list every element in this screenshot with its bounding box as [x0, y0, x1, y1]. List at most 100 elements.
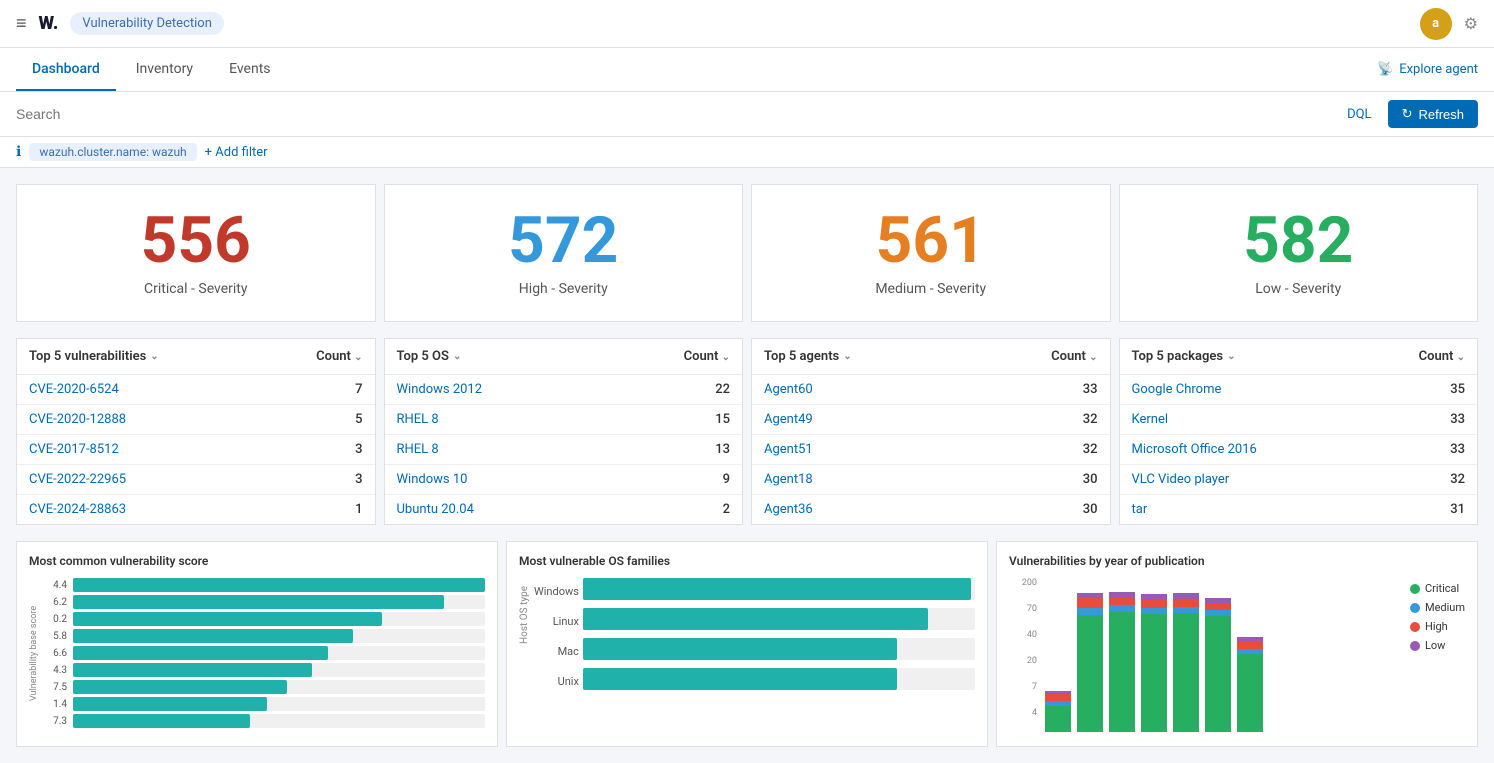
os-bar-track [583, 668, 975, 690]
row-label-2-2[interactable]: Agent51 [764, 442, 813, 457]
row-label-0-2[interactable]: CVE-2017-8512 [29, 442, 119, 457]
hamburger-menu[interactable]: ≡ [16, 13, 27, 34]
filter-tag[interactable]: wazuh.cluster.name: wazuh [29, 143, 196, 161]
bar-track-5 [73, 663, 485, 677]
row-count-1-4: 2 [723, 502, 730, 517]
tab-dashboard[interactable]: Dashboard [16, 49, 116, 91]
row-label-1-4[interactable]: Ubuntu 20.04 [397, 502, 474, 517]
explore-agent-icon: 📡 [1377, 62, 1393, 77]
col-sort-icon-2[interactable]: ⌄ [1089, 352, 1097, 363]
y-label: 7 [1009, 682, 1037, 692]
chart-legend: Critical Medium High Low [1410, 578, 1465, 734]
row-label-0-3[interactable]: CVE-2022-22965 [29, 472, 126, 487]
os-bar-fill-Unix [583, 668, 897, 690]
col-sort-icon-3[interactable]: ⌄ [1457, 352, 1465, 363]
bar-label-0: 4.4 [43, 580, 67, 591]
row-label-1-0[interactable]: Windows 2012 [397, 382, 483, 397]
critical-label: Critical - Severity [144, 281, 248, 297]
row-label-0-4[interactable]: CVE-2024-28863 [29, 502, 126, 517]
refresh-button[interactable]: ↻ Refresh [1388, 100, 1478, 128]
legend-label-Low: Low [1425, 639, 1445, 652]
high-seg-2 [1109, 597, 1135, 605]
row-count-2-2: 32 [1083, 442, 1098, 457]
row-label-3-2[interactable]: Microsoft Office 2016 [1132, 442, 1257, 457]
search-input[interactable] [16, 106, 1339, 122]
row-count-2-4: 30 [1083, 502, 1098, 517]
os-label-Linux: Linux [553, 610, 579, 632]
table-row: Ubuntu 20.04 2 [385, 495, 743, 524]
stat-cards: 556 Critical - Severity 572 High - Sever… [0, 168, 1494, 326]
os-bar-track [583, 638, 975, 660]
low-count: 582 [1243, 209, 1353, 273]
table-header-2: Top 5 agents ⌄ Count ⌄ [752, 339, 1110, 375]
explore-agent-button[interactable]: 📡 Explore agent [1377, 62, 1478, 77]
critical-seg-3 [1141, 614, 1167, 732]
vulnerability-score-chart: Most common vulnerability scoreVulnerabi… [16, 541, 498, 747]
row-label-3-1[interactable]: Kernel [1132, 412, 1169, 427]
row-count-1-0: 22 [715, 382, 730, 397]
table-row: CVE-2020-12888 5 [17, 405, 375, 435]
sort-icon-0[interactable]: ⌄ [150, 351, 158, 362]
stat-card-medium: 561 Medium - Severity [751, 184, 1111, 322]
legend-dot-Low [1410, 641, 1420, 651]
tab-events[interactable]: Events [213, 49, 286, 91]
row-label-2-0[interactable]: Agent60 [764, 382, 813, 397]
sort-icon-1[interactable]: ⌄ [453, 351, 461, 362]
row-label-0-1[interactable]: CVE-2020-12888 [29, 412, 126, 427]
bar-chart-score: 4.4 6.2 0.2 5.8 6.6 4.3 [43, 578, 485, 728]
row-count-1-1: 15 [715, 412, 730, 427]
table-row: CVE-2024-28863 1 [17, 495, 375, 524]
critical-seg-0 [1045, 706, 1071, 732]
row-label-0-0[interactable]: CVE-2020-6524 [29, 382, 119, 397]
row-label-3-4[interactable]: tar [1132, 502, 1148, 517]
table-row: Agent51 32 [752, 435, 1110, 465]
sort-icon-2[interactable]: ⌄ [843, 351, 851, 362]
row-count-3-4: 31 [1450, 502, 1465, 517]
table-row: Windows 10 9 [385, 465, 743, 495]
critical-seg-5 [1205, 616, 1231, 732]
sort-icon-3[interactable]: ⌄ [1227, 351, 1235, 362]
settings-icon[interactable]: ⚙ [1464, 14, 1478, 33]
table-row: CVE-2022-22965 3 [17, 465, 375, 495]
legend-item-Low: Low [1410, 639, 1465, 652]
bar-fill-2 [73, 612, 382, 626]
os-chart-body: Host OS typeWindowsLinuxMacUnix [519, 578, 975, 692]
critical-seg-4 [1173, 613, 1199, 732]
year-bar-group-5 [1205, 598, 1231, 734]
medium-seg-2 [1109, 605, 1135, 612]
table-title-0: Top 5 vulnerabilities ⌄ [29, 349, 159, 364]
table-row: Agent36 30 [752, 495, 1110, 524]
col-sort-icon-1[interactable]: ⌄ [722, 352, 730, 363]
year-bars-container [1045, 578, 1402, 734]
row-label-2-4[interactable]: Agent36 [764, 502, 813, 517]
by-year-chart: Vulnerabilities by year of publication20… [996, 541, 1478, 747]
row-count-3-0: 35 [1450, 382, 1465, 397]
row-label-1-2[interactable]: RHEL 8 [397, 442, 439, 457]
avatar[interactable]: a [1420, 8, 1452, 40]
bar-row-4: 6.6 [43, 646, 485, 660]
critical-seg-1 [1077, 615, 1103, 732]
high-seg-4 [1173, 599, 1199, 607]
table-row: RHEL 8 15 [385, 405, 743, 435]
row-label-2-1[interactable]: Agent49 [764, 412, 813, 427]
row-label-3-0[interactable]: Google Chrome [1132, 382, 1222, 397]
row-label-1-1[interactable]: RHEL 8 [397, 412, 439, 427]
tab-inventory[interactable]: Inventory [120, 49, 209, 91]
legend-dot-Medium [1410, 603, 1420, 613]
os-bars [583, 578, 975, 692]
bar-fill-1 [73, 595, 444, 609]
y-label: 4 [1009, 708, 1037, 718]
row-label-2-3[interactable]: Agent18 [764, 472, 813, 487]
row-count-1-2: 13 [715, 442, 730, 457]
row-label-3-3[interactable]: VLC Video player [1132, 472, 1230, 487]
table-row: Agent18 30 [752, 465, 1110, 495]
bar-row-1: 6.2 [43, 595, 485, 609]
col-sort-icon-0[interactable]: ⌄ [354, 352, 362, 363]
row-count-3-3: 32 [1450, 472, 1465, 487]
bar-label-6: 7.5 [43, 682, 67, 693]
row-label-1-3[interactable]: Windows 10 [397, 472, 468, 487]
dql-button[interactable]: DQL [1347, 107, 1371, 122]
add-filter-button[interactable]: + Add filter [205, 145, 268, 160]
row-count-3-2: 33 [1450, 442, 1465, 457]
table-title-3: Top 5 packages ⌄ [1132, 349, 1236, 364]
